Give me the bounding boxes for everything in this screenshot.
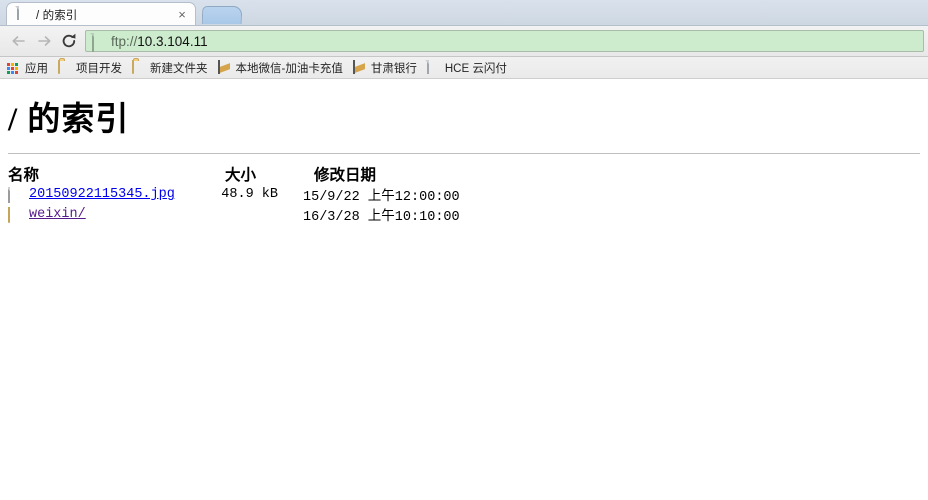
close-icon[interactable]: × <box>175 8 189 22</box>
tab-strip: / 的索引 × <box>0 0 928 26</box>
bookmark-apps[interactable]: 应用 <box>3 59 54 77</box>
page-icon <box>92 33 104 52</box>
image-icon <box>217 59 232 75</box>
table-row: weixin/ 16/3/28 上午10:10:00 <box>8 205 920 225</box>
bookmark-item[interactable]: HCE 云闪付 <box>423 59 513 77</box>
address-bar-text: ftp://10.3.104.11 <box>111 34 208 49</box>
bookmark-label: 本地微信-加油卡充值 <box>235 62 343 75</box>
bookmark-label: 项目开发 <box>76 62 122 75</box>
table-row: 20150922115345.jpg 48.9 kB 15/9/22 上午12:… <box>8 185 920 205</box>
bookmark-label: 新建文件夹 <box>150 62 208 75</box>
url-scheme: ftp:// <box>111 33 138 49</box>
bookmark-item[interactable]: 新建文件夹 <box>128 59 214 77</box>
browser-window: / 的索引 × ftp://10.3.104.11 应用 项目开发 新建文件夹 … <box>0 0 928 500</box>
entry-size-cell: 48.9 kB <box>221 187 278 203</box>
file-icon <box>8 186 24 203</box>
page-icon <box>426 59 441 75</box>
reload-button[interactable] <box>56 29 81 54</box>
entry-modified-cell: 15/9/22 上午12:00:00 <box>303 190 460 206</box>
page-content: / 的索引 名称 大小 修改日期 20150922115345.jpg 48.9… <box>0 79 928 500</box>
folder-icon <box>8 206 24 223</box>
column-header-modified[interactable]: 修改日期 <box>282 163 376 185</box>
bookmarks-bar: 应用 项目开发 新建文件夹 本地微信-加油卡充值 甘肃银行 HCE 云闪付 <box>0 57 928 79</box>
back-button[interactable] <box>6 29 31 54</box>
url-host: 10.3.104.11 <box>137 33 208 49</box>
listing-header-row: 名称 大小 修改日期 <box>8 163 920 185</box>
entry-name-cell: 20150922115345.jpg <box>8 186 203 203</box>
bookmark-item[interactable]: 本地微信-加油卡充值 <box>214 59 349 77</box>
title-divider <box>8 152 920 154</box>
tab-title: / 的索引 <box>36 9 78 22</box>
apps-grid-icon <box>7 61 21 75</box>
bookmark-item[interactable]: 项目开发 <box>54 59 128 77</box>
column-header-size[interactable]: 大小 <box>203 163 282 185</box>
entry-name-cell: weixin/ <box>8 206 203 223</box>
directory-listing: 名称 大小 修改日期 20150922115345.jpg 48.9 kB 15… <box>8 163 920 225</box>
entry-modified-cell: 16/3/28 上午10:10:00 <box>303 210 460 226</box>
forward-button[interactable] <box>31 29 56 54</box>
navigation-toolbar: ftp://10.3.104.11 <box>0 26 928 57</box>
new-tab-button[interactable] <box>201 6 243 24</box>
bookmark-label: 甘肃银行 <box>370 62 417 75</box>
bookmark-item[interactable]: 甘肃银行 <box>349 59 423 77</box>
tab-strip-border <box>0 25 928 26</box>
page-icon <box>17 6 30 22</box>
entry-link[interactable]: weixin/ <box>29 207 86 222</box>
tab-active[interactable]: / 的索引 × <box>6 2 196 26</box>
entry-link[interactable]: 20150922115345.jpg <box>29 187 175 202</box>
bookmark-label: HCE 云闪付 <box>444 62 507 75</box>
folder-icon <box>132 59 146 75</box>
column-header-name[interactable]: 名称 <box>8 163 203 185</box>
bookmark-label: 应用 <box>25 62 48 75</box>
page-title: / 的索引 <box>8 102 130 138</box>
image-icon <box>352 59 367 75</box>
folder-icon <box>58 59 72 75</box>
address-bar[interactable]: ftp://10.3.104.11 <box>85 30 924 52</box>
